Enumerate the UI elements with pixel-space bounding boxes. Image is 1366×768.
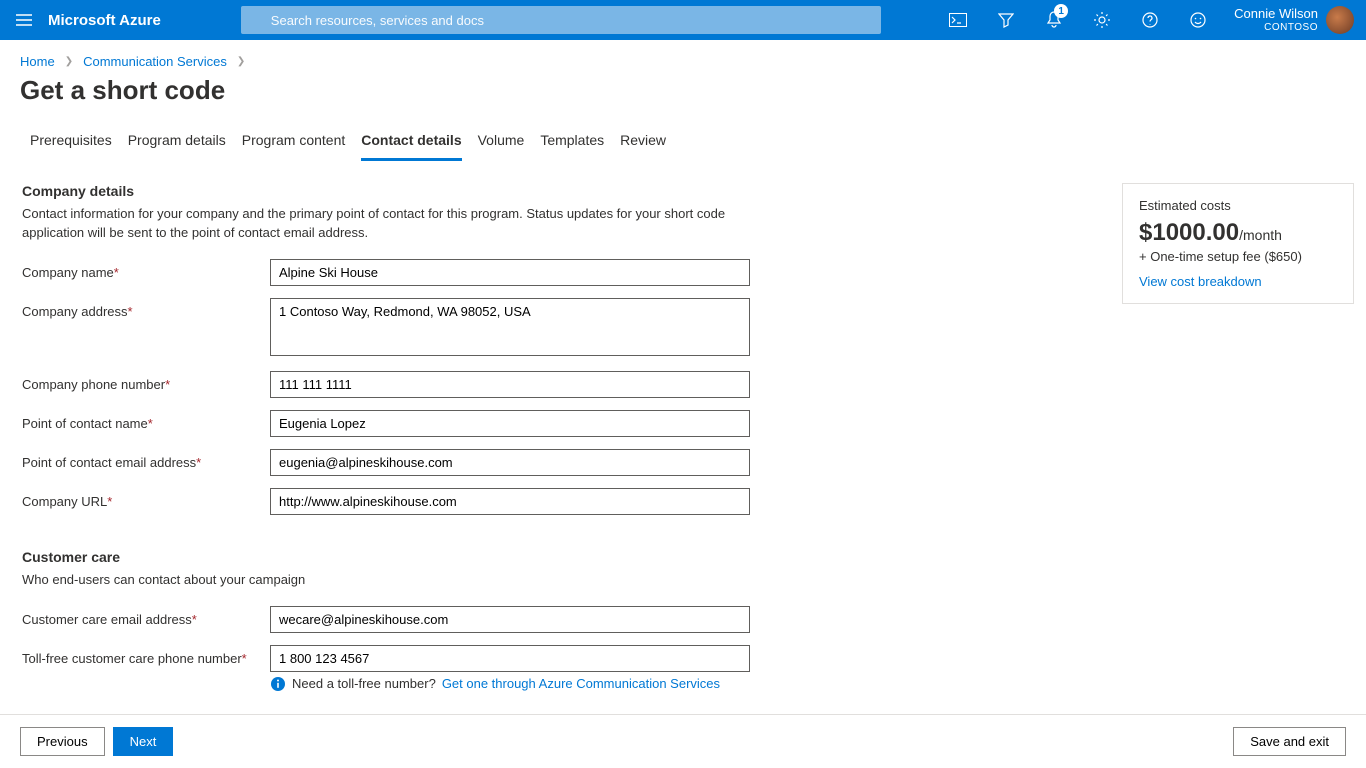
poc-email-label: Point of contact email address* <box>22 449 270 470</box>
cloud-shell-button[interactable] <box>934 0 982 40</box>
company-phone-label: Company phone number* <box>22 371 270 392</box>
cost-title: Estimated costs <box>1139 198 1337 213</box>
care-section-desc: Who end-users can contact about your cam… <box>22 571 742 590</box>
care-email-input[interactable] <box>270 606 750 633</box>
tollfree-hint-text: Need a toll-free number? <box>292 676 436 691</box>
tollfree-hint-link[interactable]: Get one through Azure Communication Serv… <box>442 676 720 691</box>
breadcrumb-home[interactable]: Home <box>20 54 55 69</box>
user-name: Connie Wilson <box>1234 6 1318 22</box>
company-address-input[interactable]: 1 Contoso Way, Redmond, WA 98052, USA <box>270 298 750 356</box>
cloud-shell-icon <box>949 13 967 27</box>
directories-button[interactable] <box>982 0 1030 40</box>
tab-prerequisites[interactable]: Prerequisites <box>30 124 112 161</box>
company-phone-input[interactable] <box>270 371 750 398</box>
poc-name-input[interactable] <box>270 410 750 437</box>
cost-price: $1000.00 <box>1139 219 1239 246</box>
previous-button[interactable]: Previous <box>20 727 105 756</box>
cost-breakdown-link[interactable]: View cost breakdown <box>1139 274 1262 289</box>
notification-badge: 1 <box>1054 4 1068 18</box>
topbar: Microsoft Azure 1 Connie Wilson CONTOSO <box>0 0 1366 40</box>
user-block[interactable]: Connie Wilson CONTOSO <box>1234 6 1318 34</box>
tollfree-input[interactable] <box>270 645 750 672</box>
cost-card: Estimated costs $1000.00/month + One-tim… <box>1122 183 1354 304</box>
poc-name-label: Point of contact name* <box>22 410 270 431</box>
chevron-right-icon: ❯ <box>65 56 73 67</box>
filter-icon <box>998 12 1014 28</box>
avatar[interactable] <box>1326 6 1354 34</box>
care-section-title: Customer care <box>22 549 1082 565</box>
breadcrumb-service[interactable]: Communication Services <box>83 54 227 69</box>
next-button[interactable]: Next <box>113 727 174 756</box>
page-title: Get a short code <box>0 73 1366 124</box>
company-section-desc: Contact information for your company and… <box>22 205 742 243</box>
cost-fee: + One-time setup fee ($650) <box>1139 249 1337 264</box>
company-address-label: Company address* <box>22 298 270 319</box>
tenant-name: CONTOSO <box>1264 22 1318 34</box>
help-button[interactable] <box>1126 0 1174 40</box>
brand-label: Microsoft Azure <box>48 12 161 29</box>
tabs: Prerequisites Program details Program co… <box>0 124 1366 161</box>
tab-program-content[interactable]: Program content <box>242 124 346 161</box>
tab-volume[interactable]: Volume <box>478 124 525 161</box>
content: Company details Contact information for … <box>0 161 1366 723</box>
breadcrumb: Home ❯ Communication Services ❯ <box>0 40 1366 73</box>
notifications-button[interactable]: 1 <box>1030 0 1078 40</box>
care-email-label: Customer care email address* <box>22 606 270 627</box>
save-exit-button[interactable]: Save and exit <box>1233 727 1346 756</box>
help-icon <box>1142 12 1158 28</box>
poc-email-input[interactable] <box>270 449 750 476</box>
company-url-label: Company URL* <box>22 488 270 509</box>
footer: Previous Next Save and exit <box>0 714 1366 768</box>
tab-templates[interactable]: Templates <box>540 124 604 161</box>
company-name-input[interactable] <box>270 259 750 286</box>
form-column: Company details Contact information for … <box>22 183 1082 723</box>
cost-per: /month <box>1239 227 1282 243</box>
tollfree-label: Toll-free customer care phone number* <box>22 645 270 666</box>
info-icon <box>270 676 286 692</box>
tollfree-hint: Need a toll-free number? Get one through… <box>270 676 1082 692</box>
menu-toggle[interactable] <box>0 0 48 40</box>
settings-button[interactable] <box>1078 0 1126 40</box>
feedback-icon <box>1190 12 1206 28</box>
company-url-input[interactable] <box>270 488 750 515</box>
company-section-title: Company details <box>22 183 1082 199</box>
cost-column: Estimated costs $1000.00/month + One-tim… <box>1122 183 1354 723</box>
gear-icon <box>1093 11 1111 29</box>
tab-review[interactable]: Review <box>620 124 666 161</box>
tab-program-details[interactable]: Program details <box>128 124 226 161</box>
search-input[interactable] <box>241 6 881 34</box>
hamburger-icon <box>16 14 32 26</box>
topbar-actions: 1 Connie Wilson CONTOSO <box>934 0 1366 40</box>
feedback-button[interactable] <box>1174 0 1222 40</box>
company-name-label: Company name* <box>22 259 270 280</box>
chevron-right-icon: ❯ <box>237 56 245 67</box>
tab-contact-details[interactable]: Contact details <box>361 124 461 161</box>
